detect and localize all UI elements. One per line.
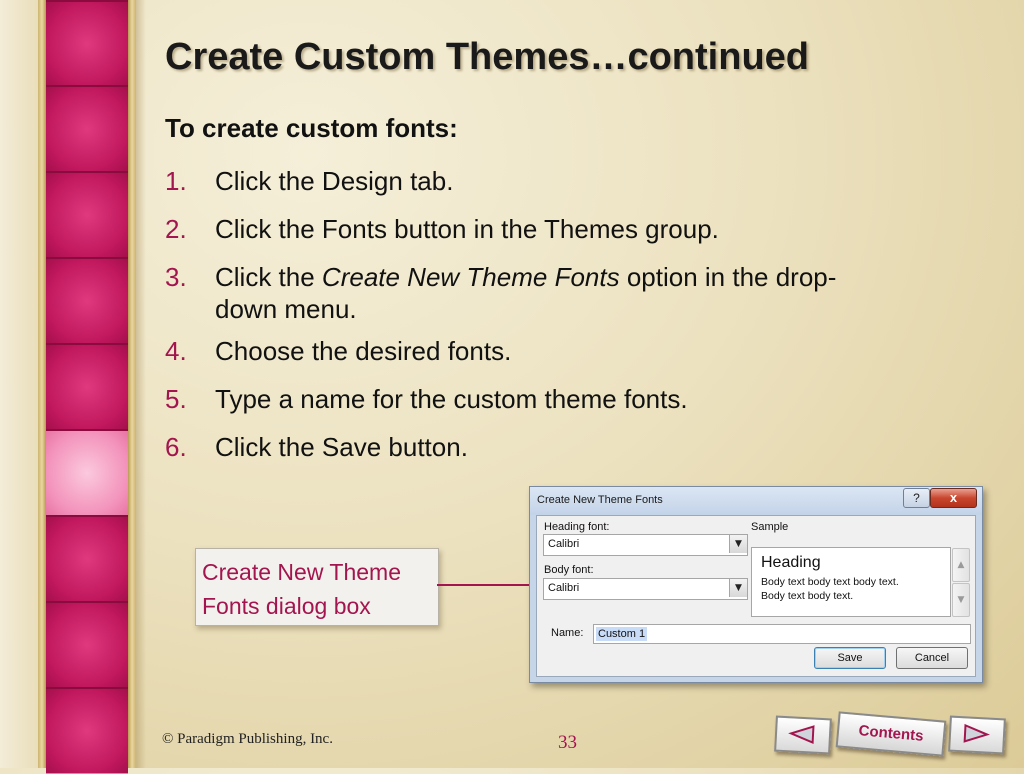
sample-label: Sample [751,521,789,533]
pink-block [46,601,128,688]
name-label: Name: [551,627,584,639]
step-item: 6. Click the Save button. [165,426,985,468]
help-button[interactable]: ? [903,488,930,508]
page-number: 33 [558,732,577,753]
step-number: 1. [165,166,187,196]
cancel-button[interactable]: Cancel [896,647,968,669]
step-number: 4. [165,336,187,366]
steps-list: 1. Click the Design tab. 2. Click the Fo… [165,160,985,474]
body-font-label: Body font: [544,564,594,576]
pink-block-light [46,429,128,516]
sample-body-line: Body text body text. [761,590,854,602]
pink-block [46,0,128,87]
dialog-titlebar: Create New Theme Fonts ? x [530,487,982,515]
sample-body-line: Body text body text body text. [761,576,899,588]
step-text-pre: Click the [215,262,322,292]
left-decor-shadow [136,0,146,768]
callout-connector-line [437,584,532,586]
step-text: Type a name for the custom theme fonts. [215,384,688,414]
step-text: Click the Design tab. [215,166,454,196]
callout-box: Create New Theme Fonts dialog box [195,548,439,626]
close-button[interactable]: x [930,488,977,508]
scroll-up-icon[interactable]: ▲ [952,548,970,582]
pink-block [46,257,128,344]
left-decor-gold [128,0,136,768]
triangle-left-icon [788,725,815,744]
sample-heading: Heading [761,554,821,571]
step-text-post: option in the drop- [619,262,837,292]
next-slide-button[interactable] [948,715,1006,755]
previous-slide-button[interactable] [774,715,832,755]
step-text: Click the Save button. [215,432,468,462]
left-decor-gold [38,0,46,768]
body-font-value: Calibri [548,582,580,594]
step-text-emphasis: Create New Theme Fonts [321,262,620,292]
pink-block [46,515,128,602]
callout-text: Create New Theme Fonts dialog box [202,559,401,619]
step-number: 5. [165,384,187,414]
pink-block [46,85,128,172]
name-input-value: Custom 1 [596,627,648,641]
step-item: 3. Click the Create New Theme Fonts opti… [165,256,985,324]
pink-block [46,343,128,430]
heading-font-select[interactable]: Calibri ▼ [543,534,748,556]
step-text: Click the Fonts button in the Themes gro… [215,214,719,244]
name-input[interactable]: Custom 1 [593,624,971,644]
step-item: 2. Click the Fonts button in the Themes … [165,208,985,250]
pink-block [46,171,128,258]
pink-block [46,687,128,774]
step-text: Choose the desired fonts. [215,336,512,366]
triangle-right-icon [963,723,990,743]
copyright-text: © Paradigm Publishing, Inc. [162,731,333,747]
chevron-down-icon[interactable]: ▼ [729,579,747,597]
step-number: 3. [165,262,187,292]
slide-subtitle: To create custom fonts: [165,113,458,143]
step-item: 5. Type a name for the custom theme font… [165,378,985,420]
save-button[interactable]: Save [814,647,886,669]
step-item: 4. Choose the desired fonts. [165,330,985,372]
heading-font-label: Heading font: [544,521,610,533]
sample-body-text: Body text body text body text. Body text… [761,575,946,603]
scroll-down-icon[interactable]: ▼ [952,583,970,617]
heading-font-value: Calibri [548,538,580,550]
step-number: 6. [165,432,187,462]
create-new-theme-fonts-dialog: Create New Theme Fonts ? x Heading font:… [529,486,983,683]
contents-button[interactable]: Contents [835,711,947,757]
slide-title: Create Custom Themes…continued [165,36,809,78]
step-text-continued: down menu. [215,294,357,324]
body-font-select[interactable]: Calibri ▼ [543,578,748,600]
sample-preview: Heading Body text body text body text. B… [751,547,951,617]
left-decor-pink-strip [46,0,128,774]
step-number: 2. [165,214,187,244]
dialog-title: Create New Theme Fonts [537,494,663,506]
chevron-down-icon[interactable]: ▼ [729,535,747,553]
step-item: 1. Click the Design tab. [165,160,985,202]
dialog-body: Heading font: Calibri ▼ Body font: Calib… [536,515,976,677]
